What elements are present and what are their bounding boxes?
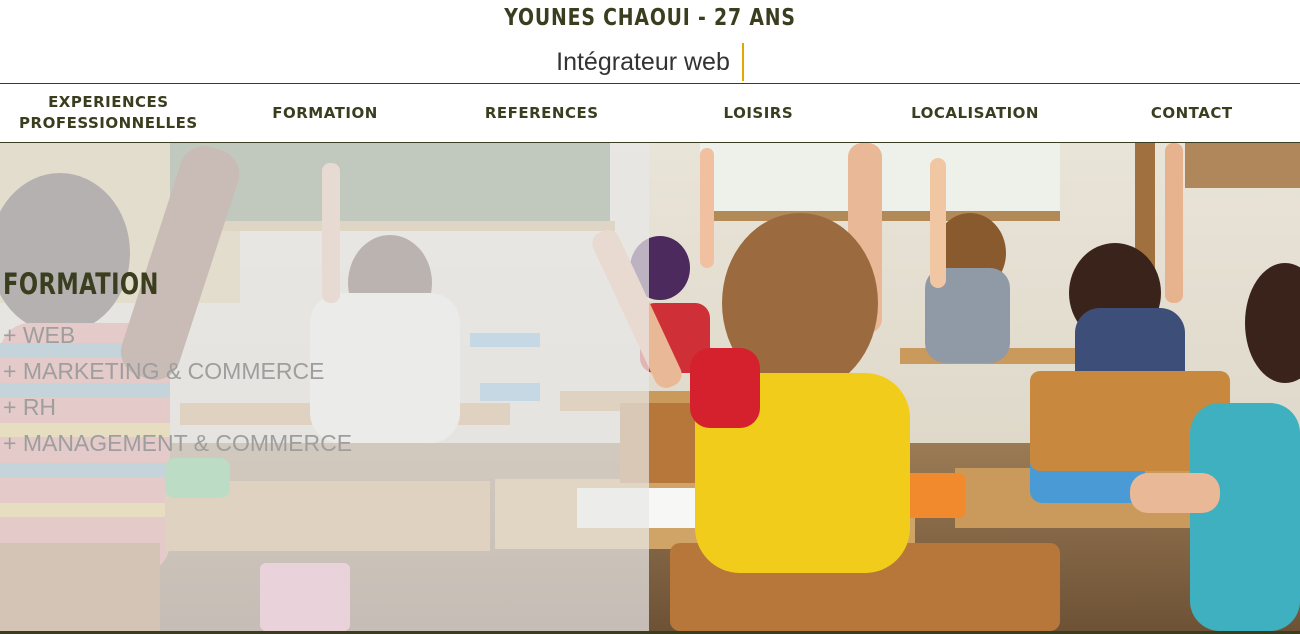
nav-label: LOISIRS [723,103,794,122]
nav-contact[interactable]: CONTACT [1083,84,1300,142]
main-nav: EXPERIENCES PROFESSIONNELLES FORMATION R… [0,83,1300,143]
formation-content: FORMATION + WEB + MARKETING & COMMERCE +… [0,143,649,631]
nav-experiences-professionnelles[interactable]: EXPERIENCES PROFESSIONNELLES [0,84,217,142]
formation-item-marketing-commerce[interactable]: + MARKETING & COMMERCE [3,353,352,389]
formation-item-web[interactable]: + WEB [3,317,352,353]
site-header: YOUNES CHAOUI - 27 ANS Intégrateur web [0,0,1300,83]
site-title: YOUNES CHAOUI - 27 ANS [504,5,796,31]
nav-references[interactable]: REFERENCES [433,84,650,142]
formation-list: + WEB + MARKETING & COMMERCE + RH + MANA… [3,317,352,461]
nav-label: FORMATION [272,103,378,122]
site-subtitle-typewriter: Intégrateur web [556,43,744,81]
formation-item-management-commerce[interactable]: + MANAGEMENT & COMMERCE [3,425,352,461]
subtitle-wrap: Intégrateur web [0,43,1300,81]
formation-item-rh[interactable]: + RH [3,389,352,425]
nav-label: CONTACT [1150,103,1233,122]
nav-localisation[interactable]: LOCALISATION [867,84,1084,142]
nav-label: EXPERIENCES PROFESSIONNELLES [19,93,198,132]
nav-label: LOCALISATION [911,103,1039,122]
nav-formation[interactable]: FORMATION [217,84,434,142]
section-title: FORMATION [3,267,159,301]
nav-label: REFERENCES [484,103,599,122]
nav-loisirs[interactable]: LOISIRS [650,84,867,142]
